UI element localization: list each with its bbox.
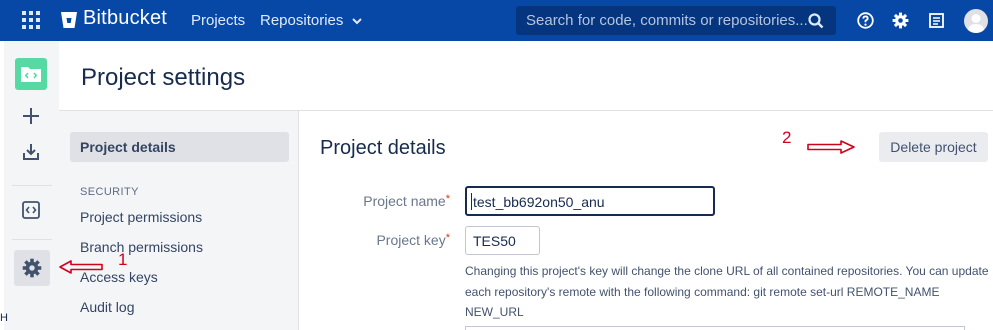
section-heading: Project details bbox=[320, 137, 446, 159]
next-field-edge bbox=[465, 326, 965, 330]
project-name-input[interactable]: test_bb692on50_anu bbox=[465, 186, 715, 216]
settings-nav-branch-permissions[interactable]: Branch permissions bbox=[80, 239, 203, 255]
settings-navigation: Project details SECURITY Project permiss… bbox=[59, 111, 299, 330]
create-icon[interactable] bbox=[21, 106, 41, 126]
annotation-arrow-left-icon bbox=[59, 260, 103, 274]
top-navigation-bar: Bitbucket Projects Repositories Search f… bbox=[0, 0, 993, 41]
search-input[interactable]: Search for code, commits or repositories… bbox=[516, 6, 836, 35]
project-avatar-icon[interactable] bbox=[15, 58, 47, 90]
project-key-label-text: Project key bbox=[376, 232, 446, 248]
nav-repositories[interactable]: Repositories bbox=[260, 12, 362, 29]
project-name-value: test_bb692on50_anu bbox=[473, 194, 605, 210]
settings-nav-active-label: Project details bbox=[80, 139, 176, 155]
page: Bitbucket Projects Repositories Search f… bbox=[0, 0, 993, 330]
project-key-help-text: Changing this project's key will change … bbox=[465, 264, 989, 319]
sidebar-divider bbox=[12, 239, 52, 240]
annotation-arrow-right-icon bbox=[807, 140, 855, 154]
project-settings-button[interactable] bbox=[14, 250, 50, 286]
annotation-marker-1: 1 bbox=[118, 250, 128, 269]
inbox-icon[interactable] bbox=[928, 12, 945, 29]
settings-section-security: SECURITY bbox=[80, 186, 139, 198]
code-folder-icon bbox=[21, 67, 41, 82]
bitbucket-logo-icon[interactable] bbox=[60, 9, 78, 31]
chevron-down-icon bbox=[351, 17, 362, 24]
project-sidebar bbox=[4, 41, 59, 330]
search-placeholder: Search for code, commits or repositories… bbox=[526, 12, 808, 29]
delete-project-button[interactable]: Delete project bbox=[879, 132, 988, 162]
project-name-label: Project name* bbox=[330, 193, 450, 209]
search-icon[interactable] bbox=[808, 13, 824, 29]
clone-icon[interactable] bbox=[21, 142, 41, 162]
text-cursor bbox=[471, 193, 472, 210]
nav-projects[interactable]: Projects bbox=[191, 12, 245, 29]
repository-icon[interactable] bbox=[21, 200, 41, 220]
person-icon bbox=[967, 14, 985, 33]
project-name-label-text: Project name bbox=[363, 193, 446, 209]
required-marker: * bbox=[445, 232, 450, 244]
edge-fragment-text: H bbox=[0, 312, 8, 324]
project-key-input[interactable]: TES50 bbox=[465, 226, 540, 255]
project-key-label: Project key* bbox=[330, 232, 450, 248]
sidebar-divider bbox=[12, 185, 52, 186]
nav-repositories-label: Repositories bbox=[260, 12, 344, 29]
settings-icon[interactable] bbox=[892, 12, 909, 29]
required-marker: * bbox=[445, 193, 450, 205]
brand-name[interactable]: Bitbucket bbox=[83, 7, 167, 30]
project-settings-icon bbox=[22, 258, 42, 278]
page-title: Project settings bbox=[81, 64, 246, 91]
settings-nav-project-permissions[interactable]: Project permissions bbox=[80, 209, 202, 225]
help-icon[interactable] bbox=[857, 12, 874, 29]
project-key-value: TES50 bbox=[473, 233, 516, 249]
user-avatar-icon[interactable] bbox=[964, 9, 988, 33]
annotation-marker-2: 2 bbox=[782, 128, 792, 147]
app-switcher-icon[interactable] bbox=[22, 11, 40, 29]
settings-nav-audit-log[interactable]: Audit log bbox=[80, 299, 134, 315]
settings-nav-project-details[interactable]: Project details bbox=[70, 132, 289, 162]
